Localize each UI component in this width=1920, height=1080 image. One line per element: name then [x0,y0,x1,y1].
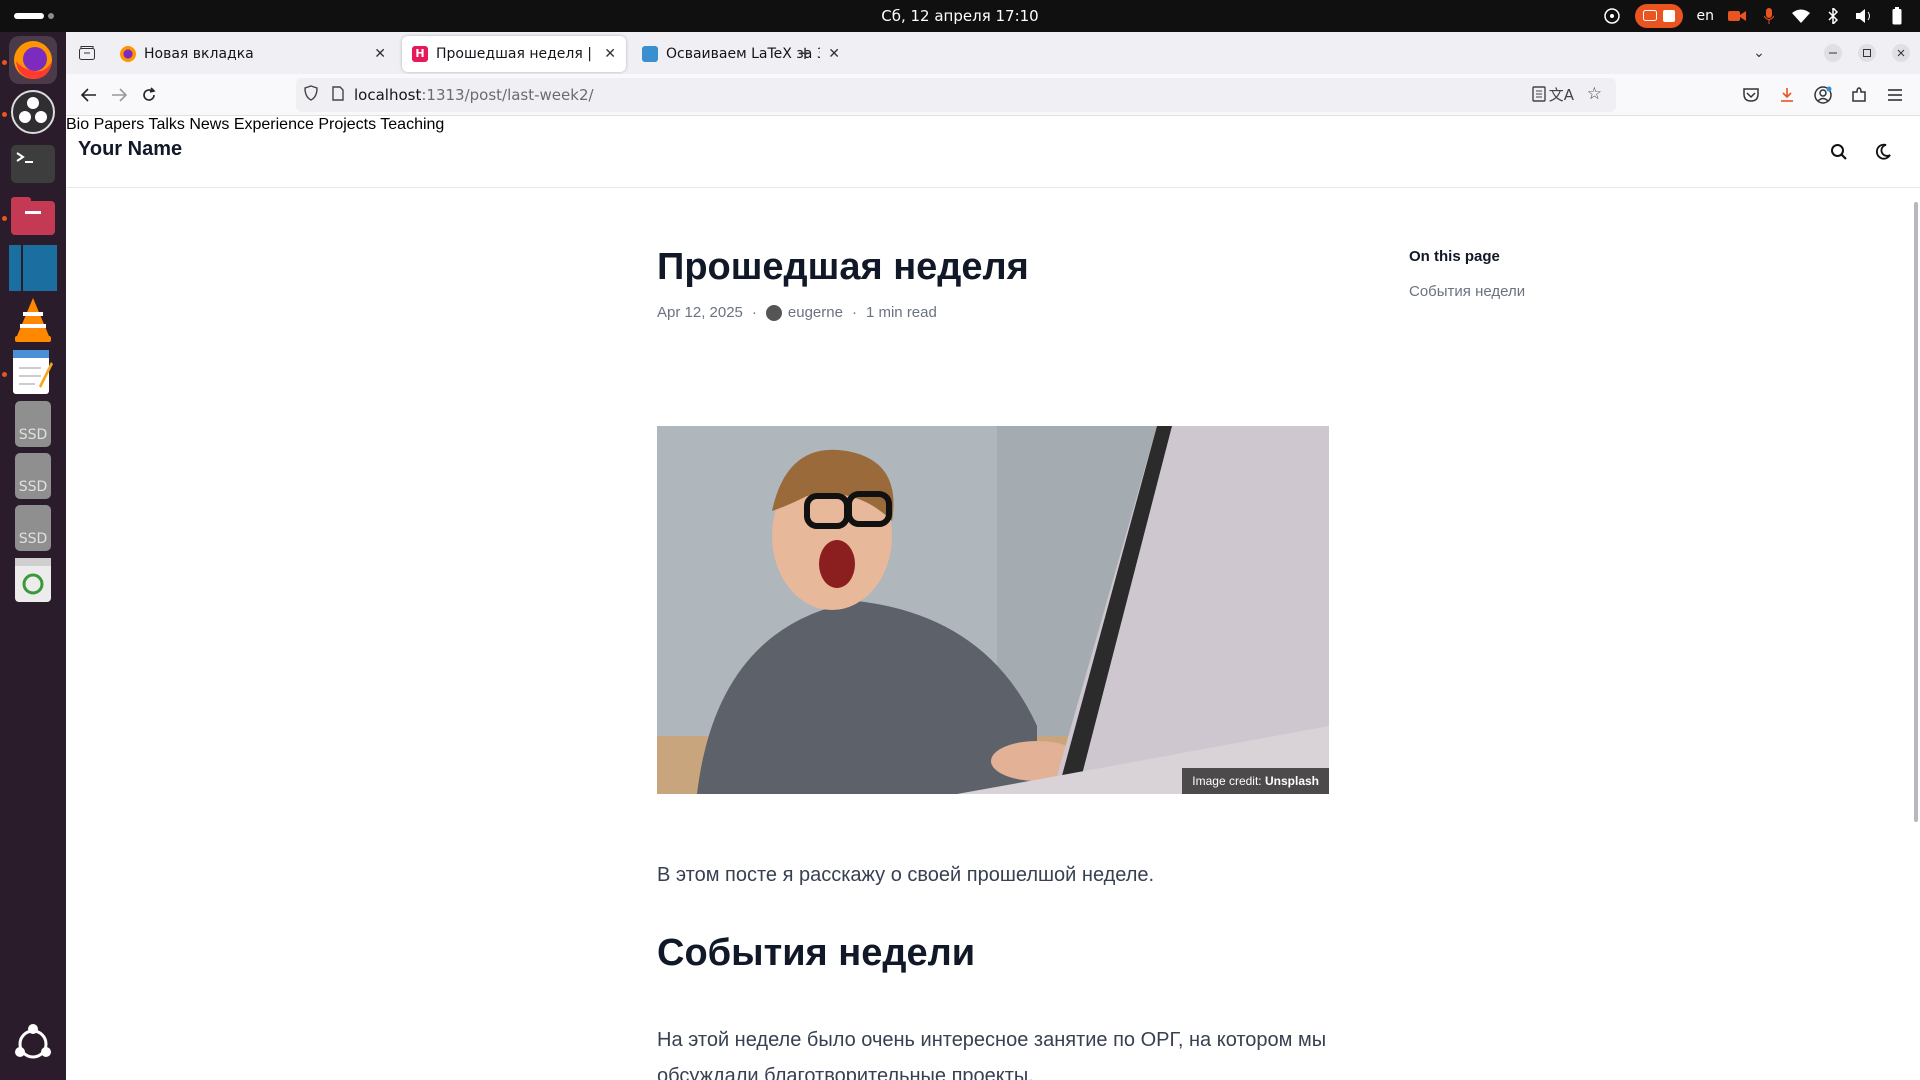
firefox-view-icon[interactable] [74,40,100,66]
reader-view-icon[interactable] [1532,86,1546,106]
svg-text:SSD: SSD [19,479,48,495]
search-icon[interactable] [1827,140,1851,164]
article-author[interactable]: eugerne [788,304,843,321]
system-tray[interactable]: en [1603,4,1907,28]
close-window-icon[interactable] [1888,40,1914,66]
trash-dock-icon[interactable] [9,556,57,604]
section-heading: События недели [657,932,976,974]
tracking-protection-icon[interactable] [296,85,326,105]
vscode-dock-icon[interactable] [9,244,57,292]
ssd-drive-dock-icon[interactable]: SSD [9,504,57,552]
tab-last-week[interactable]: H Прошедшая неделя | Hu ✕ [402,36,626,72]
nav-link-teaching[interactable]: Teaching [380,116,444,133]
page-scrollbar[interactable] [1914,202,1918,822]
featured-image: Image credit: Unsplash [657,426,1329,794]
dark-mode-toggle-icon[interactable] [1871,140,1895,164]
screen-recording-indicator[interactable] [1634,4,1683,28]
pocket-icon[interactable] [1738,82,1764,108]
downloads-icon[interactable] [1774,82,1800,108]
camera-icon [1728,7,1746,25]
terminal-dock-icon[interactable] [9,140,57,188]
tab-new-tab[interactable]: Новая вкладка ✕ [110,36,396,72]
table-of-contents: On this page События недели [1409,248,1525,300]
image-credit-link[interactable]: Unsplash [1265,774,1319,788]
site-brand[interactable]: Your Name [78,138,182,161]
meta-separator: · [851,304,857,321]
section-paragraph: На этой неделе было очень интересное зан… [657,1029,1327,1080]
files-dock-icon[interactable] [9,192,57,240]
site-nav: Bio Papers Talks News Experience Project… [66,116,1920,134]
running-indicator [2,112,7,117]
close-tab-icon[interactable]: ✕ [374,46,386,62]
running-indicator [2,216,7,221]
keyboard-layout[interactable]: en [1697,8,1715,24]
page-info-icon[interactable] [326,85,350,105]
list-all-tabs-icon[interactable]: ⌄ [1746,40,1772,66]
bookmark-star-icon[interactable]: ☆ [1587,84,1602,104]
volume-icon [1856,7,1874,25]
vlc-dock-icon[interactable] [9,296,57,344]
nav-link-talks[interactable]: Talks [148,116,184,133]
close-tab-icon[interactable]: ✕ [828,46,840,62]
screencast-icon [1642,10,1657,21]
app-menu-icon[interactable] [1882,82,1908,108]
image-credit: Image credit: Unsplash [1182,768,1329,794]
back-icon[interactable] [76,82,102,108]
browser-window: Новая вкладка ✕ H Прошедшая неделя | Hu … [66,32,1920,1080]
maximize-window-icon[interactable] [1854,40,1880,66]
firefox-favicon-icon [120,46,136,62]
hugo-favicon-icon: H [412,46,428,62]
article-title: Прошедшая неделя [657,246,1029,288]
forward-icon[interactable] [106,82,132,108]
article-date: Apr 12, 2025 [657,304,743,321]
ssd-drive-dock-icon[interactable]: SSD [9,452,57,500]
navigation-toolbar: localhost:1313/post/last-week2/ 文A ☆ [66,74,1920,116]
nav-link-news[interactable]: News [189,116,229,133]
web-page: Your Name Bio Papers Talks News Experien… [66,116,1920,1080]
article-intro: В этом посте я расскажу о своей прошелшо… [657,864,1155,886]
translate-icon[interactable]: 文A [1549,84,1574,105]
nav-link-projects[interactable]: Projects [318,116,376,133]
firefox-dock-icon[interactable] [9,36,57,84]
obs-studio-dock-icon[interactable] [9,88,57,136]
account-icon[interactable] [1810,82,1836,108]
minimize-window-icon[interactable] [1820,40,1846,66]
article-meta: Apr 12, 2025 · eugerne · 1 min read [657,304,937,321]
svg-text:SSD: SSD [19,531,48,547]
nav-link-experience[interactable]: Experience [234,116,314,133]
author-avatar [765,304,782,321]
system-top-bar: Сб, 12 апреля 17:10 en [0,0,1920,32]
extensions-icon[interactable] [1846,82,1872,108]
site-header: Your Name Bio Papers Talks News Experien… [66,116,1920,188]
ssd-drive-dock-icon[interactable]: SSD [9,400,57,448]
bluetooth-icon [1824,7,1842,25]
obs-tray-icon[interactable] [1603,7,1621,25]
nav-link-papers[interactable]: Papers [94,116,145,133]
running-indicator [2,372,7,377]
battery-icon [1888,7,1906,25]
nav-link-bio[interactable]: Bio [66,116,89,133]
new-tab-icon[interactable]: + [792,40,818,66]
show-applications-icon[interactable] [9,1020,57,1068]
site-favicon-icon [642,46,658,62]
url-host: localhost [354,86,422,104]
close-tab-icon[interactable]: ✕ [604,46,616,62]
text-editor-dock-icon[interactable] [9,348,57,396]
reload-icon[interactable] [136,82,162,108]
wifi-icon [1792,7,1810,25]
tab-bar: Новая вкладка ✕ H Прошедшая неделя | Hu … [66,32,1920,74]
url-bar[interactable]: localhost:1313/post/last-week2/ 文A ☆ [296,78,1616,112]
svg-text:SSD: SSD [19,427,48,443]
toc-item[interactable]: События недели [1409,283,1525,300]
toc-title: On this page [1409,248,1500,265]
read-time: 1 min read [865,304,937,321]
stop-recording-icon[interactable] [1662,10,1675,22]
running-indicator [2,60,7,65]
dock: SSD SSD SSD [0,32,66,1080]
meta-separator: · [751,304,757,321]
microphone-icon [1760,7,1778,25]
url-path: :1313/post/last-week2/ [421,86,594,104]
